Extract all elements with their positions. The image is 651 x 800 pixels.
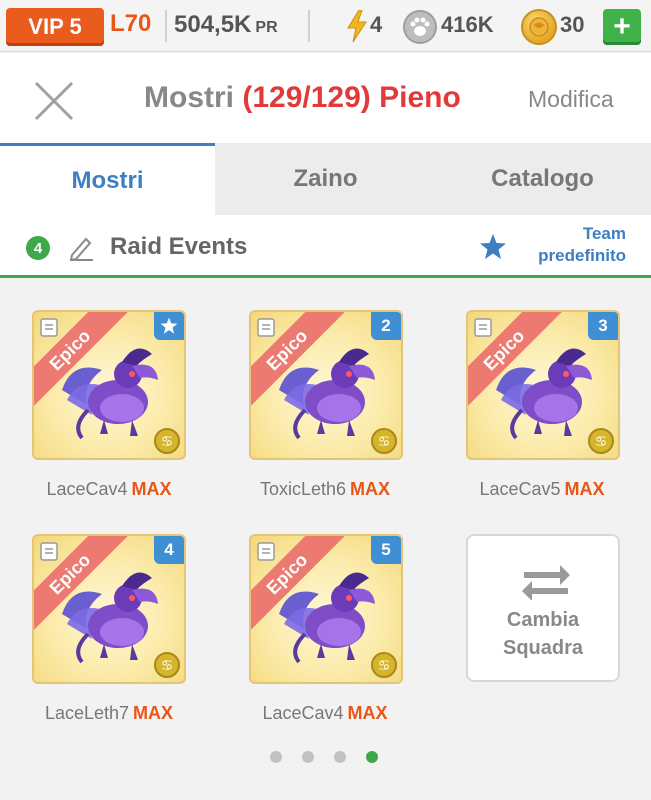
slot-number: 2 [371, 312, 401, 340]
monster-name: ToxicLeth6 MAX [230, 479, 420, 500]
monster-name-text: ToxicLeth6 [259, 479, 347, 499]
default-team-line2: predefinito [538, 246, 626, 265]
team-name[interactable]: Raid Events [110, 233, 247, 261]
monster-name-text: LaceLeth7 [44, 703, 130, 723]
monster-card[interactable]: Epico 2 ♋ [249, 310, 403, 460]
page-dot[interactable] [366, 751, 378, 763]
lightning-icon [347, 10, 367, 42]
divider [165, 10, 167, 42]
monster-card[interactable]: Epico 3 ♋ [466, 310, 620, 460]
monster-card[interactable]: Epico 5 ♋ [249, 534, 403, 684]
monster-name: LaceLeth7 MAX [14, 703, 204, 724]
status-bar: VIP 5 L70 504,5K PR 4 416K 30 + [0, 0, 651, 52]
title-prefix: Mostri [144, 81, 234, 114]
divider [308, 10, 310, 42]
coin-icon [521, 9, 557, 45]
team-number-badge: 4 [26, 236, 50, 260]
swap-team-label: Cambia Squadra [468, 606, 618, 662]
monster-capacity: (129/129) Pieno [242, 81, 461, 114]
food-count: 416K [441, 12, 494, 37]
tab-zaino[interactable]: Zaino [217, 143, 434, 215]
zodiac-cancer-icon: ♋ [371, 652, 397, 678]
max-level-label: MAX [564, 479, 605, 499]
vip-badge[interactable]: VIP 5 [6, 8, 104, 46]
power-rating: 504,5K PR [174, 11, 278, 39]
coin-count: 30 [560, 12, 585, 37]
energy-count: 4 [370, 12, 383, 37]
pencil-icon[interactable] [68, 233, 94, 261]
default-team-line1: Team [582, 224, 626, 243]
pagination-dots [270, 751, 378, 763]
max-level-label: MAX [350, 479, 391, 499]
paw-food-icon [403, 10, 437, 44]
page-dot[interactable] [334, 751, 346, 763]
default-team-button[interactable]: Team predefinito [506, 223, 626, 267]
slot-number: 4 [154, 536, 184, 564]
monster-name: LaceCav4 MAX [230, 703, 420, 724]
max-level-label: MAX [131, 479, 172, 499]
swap-line2: Squadra [502, 637, 584, 659]
document-icon [40, 318, 58, 337]
header: Mostri (129/129) Pieno Modifica [0, 53, 651, 143]
star-icon[interactable] [479, 233, 507, 261]
swap-arrows-icon [522, 565, 570, 600]
document-icon [257, 318, 275, 337]
add-coins-button[interactable]: + [603, 9, 641, 45]
zodiac-cancer-icon: ♋ [371, 428, 397, 454]
max-level-label: MAX [133, 703, 174, 723]
monster-card[interactable]: Epico 4 ♋ [32, 534, 186, 684]
monster-name: LaceCav4 MAX [14, 479, 204, 500]
paw-icon [410, 17, 430, 36]
monster-name-text: LaceCav4 [46, 479, 128, 499]
zodiac-cancer-icon: ♋ [154, 428, 180, 454]
leader-star-badge [154, 312, 184, 340]
page-dot[interactable] [270, 751, 282, 763]
zodiac-cancer-icon: ♋ [154, 652, 180, 678]
slot-number: 5 [371, 536, 401, 564]
monster-card[interactable]: Epico ♋ [32, 310, 186, 460]
power-value: 504,5K [174, 11, 252, 38]
star-icon [160, 317, 178, 334]
monster-name-text: LaceCav4 [262, 703, 344, 723]
max-level-label: MAX [347, 703, 388, 723]
power-unit: PR [255, 19, 278, 36]
player-level: L70 [110, 10, 152, 37]
team-row: 4 Raid Events Team predefinito [0, 215, 651, 278]
document-icon [257, 542, 275, 561]
monster-name: LaceCav5 MAX [447, 479, 637, 500]
document-icon [474, 318, 492, 337]
coin-face-icon [529, 17, 549, 37]
document-icon [40, 542, 58, 561]
zodiac-cancer-icon: ♋ [588, 428, 614, 454]
monster-name-text: LaceCav5 [479, 479, 561, 499]
slot-number: 3 [588, 312, 618, 340]
edit-button[interactable]: Modifica [528, 86, 614, 113]
close-icon[interactable] [32, 79, 76, 123]
page-title: Mostri (129/129) Pieno [144, 81, 461, 115]
swap-line1: Cambia [506, 609, 580, 631]
tab-bar: Mostri Zaino Catalogo [0, 143, 651, 215]
tab-mostri[interactable]: Mostri [0, 143, 215, 215]
tab-catalogo[interactable]: Catalogo [434, 143, 651, 215]
page-dot[interactable] [302, 751, 314, 763]
swap-team-button[interactable]: Cambia Squadra [466, 534, 620, 682]
